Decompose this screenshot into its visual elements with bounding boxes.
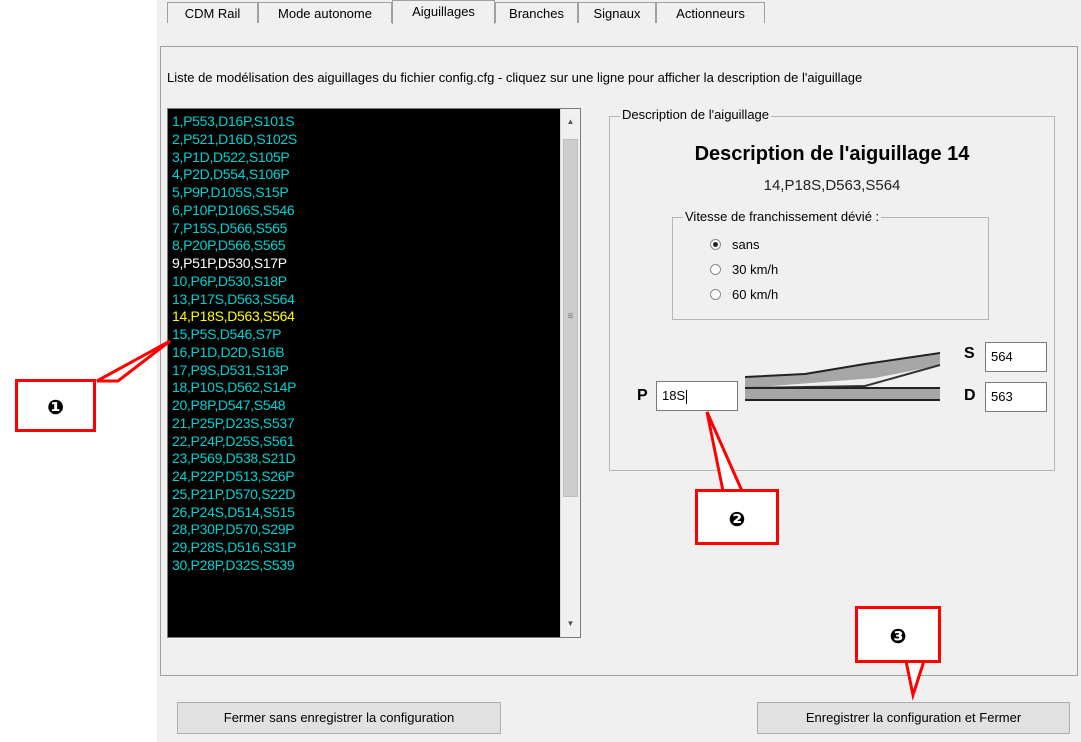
radio-label-sans: sans [732, 237, 760, 252]
callout-3-number: ❸ [889, 626, 907, 648]
list-item[interactable]: 13,P17S,D563,S564 [172, 291, 552, 309]
list-item[interactable]: 15,P5S,D546,S7P [172, 326, 552, 344]
tab-actionneurs[interactable]: Actionneurs [656, 2, 765, 23]
list-item[interactable]: 1,P553,D16P,S101S [172, 113, 552, 131]
straight-track [745, 388, 940, 400]
list-item[interactable]: 22,P24P,D25S,S561 [172, 433, 552, 451]
list-item[interactable]: 8,P20P,D566,S565 [172, 237, 552, 255]
radio-button-icon[interactable] [710, 289, 721, 300]
tab-cdm-rail[interactable]: CDM Rail [167, 2, 258, 23]
list-scrollbar[interactable]: ▲ ≡ ▼ [560, 109, 580, 637]
scroll-thumb[interactable]: ≡ [563, 139, 578, 497]
list-caption: Liste de modélisation des aiguillages du… [167, 70, 863, 85]
tab-branches[interactable]: Branches [495, 2, 578, 23]
scroll-up-arrow-icon[interactable]: ▲ [561, 113, 580, 131]
close-without-save-button[interactable]: Fermer sans enregistrer la configuration [177, 702, 501, 734]
d-input[interactable]: 563 [985, 382, 1047, 412]
s-label: S [964, 345, 975, 362]
text-caret [686, 389, 688, 404]
speed-group-label: Vitesse de franchissement dévié : [683, 209, 882, 224]
list-item[interactable]: 26,P24S,D514,S515 [172, 504, 552, 522]
list-item[interactable]: 16,P1D,D2D,S16B [172, 344, 552, 362]
tab-mode-autonome[interactable]: Mode autonome [258, 2, 392, 23]
radio-button-icon[interactable] [710, 264, 721, 275]
turnout-diagram [745, 352, 941, 401]
d-input-value: 563 [991, 389, 1013, 404]
callout-3: ❸ [855, 606, 941, 663]
list-item[interactable]: 10,P6P,D530,S18P [172, 273, 552, 291]
scroll-down-arrow-icon[interactable]: ▼ [561, 615, 580, 633]
list-item[interactable]: 28,P30P,D570,S29P [172, 521, 552, 539]
list-item[interactable]: 24,P22P,D513,S26P [172, 468, 552, 486]
save-and-close-button[interactable]: Enregistrer la configuration et Fermer [757, 702, 1070, 734]
list-item[interactable]: 4,P2D,D554,S106P [172, 166, 552, 184]
radio-label-60: 60 km/h [732, 287, 779, 302]
p-input-value: 18S [662, 388, 686, 403]
description-subtitle: 14,P18S,D563,S564 [763, 177, 901, 194]
callout-1-number: ❶ [47, 397, 64, 419]
d-label: D [964, 387, 976, 404]
list-item[interactable]: 5,P9P,D105S,S15P [172, 184, 552, 202]
callout-1: ❶ [15, 379, 96, 432]
description-title: Description de l'aiguillage 14 [694, 143, 970, 165]
radio-button-icon[interactable] [710, 239, 721, 250]
list-item[interactable]: 17,P9S,D531,S13P [172, 362, 552, 380]
callout-2: ❷ [695, 489, 779, 545]
list-item[interactable]: 29,P28S,D516,S31P [172, 539, 552, 557]
tab-signaux[interactable]: Signaux [578, 2, 656, 23]
list-item[interactable]: 18,P10S,D562,S14P [172, 379, 552, 397]
list-item[interactable]: 14,P18S,D563,S564 [172, 308, 552, 326]
grip-icon: ≡ [567, 311, 574, 322]
list-item[interactable]: 20,P8P,D547,S548 [172, 397, 552, 415]
list-item[interactable]: 7,P15S,D566,S565 [172, 220, 552, 238]
list-item[interactable]: 21,P25P,D23S,S537 [172, 415, 552, 433]
p-label: P [637, 387, 648, 404]
radio-label-30: 30 km/h [732, 262, 779, 277]
s-input[interactable]: 564 [985, 342, 1047, 372]
description-group-label: Description de l'aiguillage [620, 107, 772, 122]
list-item[interactable]: 23,P569,D538,S21D [172, 450, 552, 468]
p-input[interactable]: 18S [656, 381, 738, 411]
list-item[interactable]: 2,P521,D16D,S102S [172, 131, 552, 149]
list-item[interactable]: 3,P1D,D522,S105P [172, 149, 552, 167]
s-input-value: 564 [991, 349, 1013, 364]
list-item[interactable]: 30,P28P,D32S,S539 [172, 557, 552, 575]
list-item[interactable]: 6,P10P,D106S,S546 [172, 202, 552, 220]
tab-aiguillages[interactable]: Aiguillages [392, 0, 495, 24]
turnout-list-items: 1,P553,D16P,S101S 2,P521,D16D,S102S 3,P1D,… [172, 113, 552, 575]
callout-2-number: ❷ [728, 509, 746, 531]
radio-selected-dot [713, 242, 718, 247]
list-item[interactable]: 25,P21P,D570,S22D [172, 486, 552, 504]
list-item[interactable]: 9,P51P,D530,S17P [172, 255, 552, 273]
turnout-listbox[interactable]: 1,P553,D16P,S101S 2,P521,D16D,S102S 3,P1D,… [167, 108, 581, 638]
